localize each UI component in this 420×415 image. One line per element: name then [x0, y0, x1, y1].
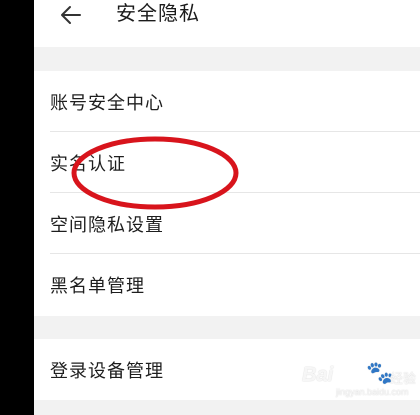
settings-group-devices: 登录设备管理	[34, 339, 420, 400]
settings-item-label: 黑名单管理	[50, 275, 145, 297]
settings-item-blacklist[interactable]: 黑名单管理	[34, 254, 420, 315]
settings-group-privacy: 账号安全中心 实名认证 空间隐私设置 黑名单管理	[34, 71, 420, 316]
page-title: 安全隐私	[116, 1, 200, 25]
settings-item-account-security[interactable]: 账号安全中心	[34, 71, 420, 132]
settings-item-space-privacy[interactable]: 空间隐私设置	[34, 193, 420, 254]
back-button[interactable]	[54, 0, 88, 30]
phone-screen: 安全隐私 账号安全中心 实名认证 空间隐私设置 黑名单管理 登录设备管理 Bai…	[34, 0, 420, 415]
settings-item-label: 实名认证	[50, 153, 126, 175]
settings-item-real-name-auth[interactable]: 实名认证	[34, 132, 420, 193]
settings-item-label: 空间隐私设置	[50, 214, 164, 236]
settings-item-login-devices[interactable]: 登录设备管理	[34, 339, 420, 400]
settings-item-label: 登录设备管理	[50, 360, 164, 382]
settings-item-label: 账号安全中心	[50, 92, 164, 114]
app-header: 安全隐私	[34, 0, 420, 47]
arrow-left-icon	[61, 6, 81, 24]
